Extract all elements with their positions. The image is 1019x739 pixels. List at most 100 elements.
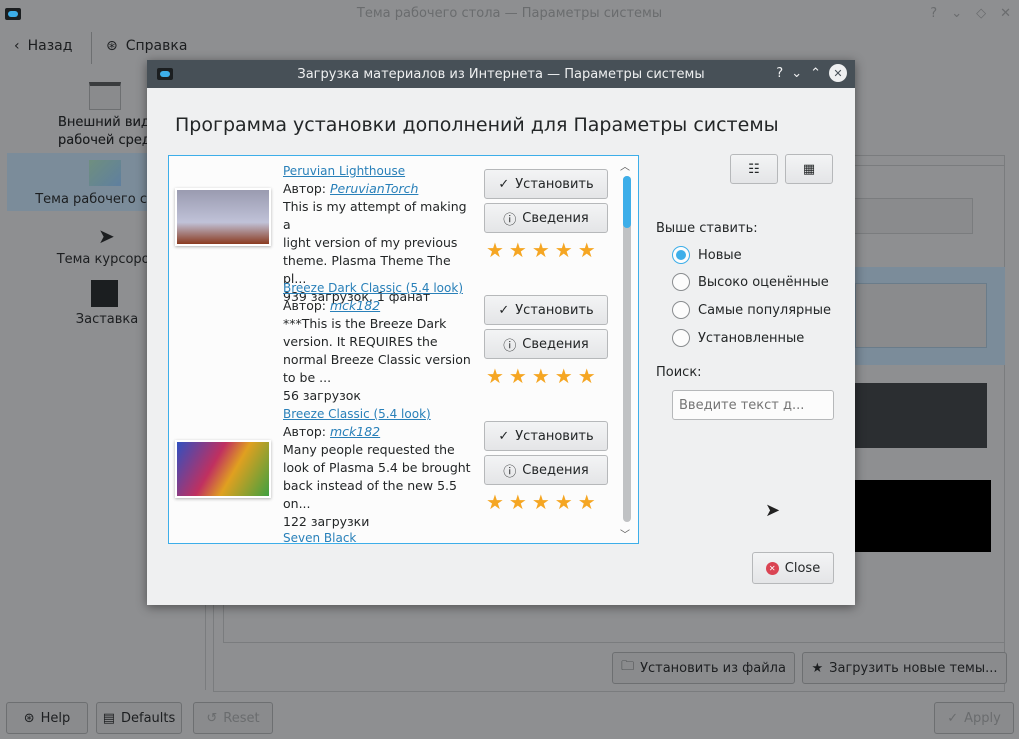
- minimize-icon[interactable]: ⌄: [791, 66, 802, 81]
- help-icon[interactable]: ?: [930, 6, 937, 21]
- item-title-link[interactable]: Breeze Classic (5.4 look): [283, 407, 473, 421]
- author-link[interactable]: PeruvianTorch: [330, 181, 418, 196]
- author-label: Автор:: [283, 298, 326, 313]
- item-stats: 56 загрузок: [283, 388, 361, 403]
- grid-view-icon: ▦: [802, 161, 816, 177]
- list-item: Breeze Dark Classic (5.4 look) Автор: mc…: [283, 281, 473, 405]
- install-button[interactable]: ✓ Установить: [484, 421, 608, 451]
- sort-option-installed[interactable]: Установленные: [672, 329, 804, 347]
- item-thumbnail[interactable]: [175, 188, 271, 246]
- help-menu-button[interactable]: ⊛ Справка: [106, 38, 187, 54]
- item-title-link[interactable]: Seven Black: [283, 531, 473, 543]
- icon-view-button[interactable]: ▦: [785, 154, 833, 184]
- line: light version of my previous: [283, 235, 458, 250]
- author-link[interactable]: mck182: [330, 424, 380, 439]
- close-icon: ✕: [765, 561, 779, 575]
- radio[interactable]: [672, 273, 690, 291]
- help-icon[interactable]: ?: [776, 66, 783, 81]
- dialog-titlebar: Загрузка материалов из Интернета — Парам…: [147, 60, 855, 88]
- theme-preview[interactable]: [850, 198, 973, 234]
- defaults-button[interactable]: ▤ Defaults: [96, 702, 182, 734]
- get-new-themes-button[interactable]: ★ Загрузить новые темы...: [802, 652, 1007, 684]
- item-thumbnail[interactable]: [175, 440, 271, 498]
- item-description: This is my attempt of making a light vers…: [283, 198, 473, 288]
- get-new-stuff-dialog: Загрузка материалов из Интернета — Парам…: [147, 60, 855, 605]
- splash-icon: [91, 280, 118, 307]
- radio[interactable]: [672, 301, 690, 319]
- apply-button[interactable]: ✓ Apply: [934, 702, 1014, 734]
- back-button[interactable]: ‹ Назад: [14, 38, 72, 54]
- author-label: Автор:: [283, 424, 326, 439]
- chevron-left-icon: ‹: [14, 38, 20, 54]
- radio[interactable]: [672, 329, 690, 347]
- rating-stars: ★★★★★: [486, 364, 601, 388]
- star-icon: ★: [811, 660, 824, 676]
- line: look of Plasma 5.4 be brought: [283, 460, 471, 475]
- dialog-heading: Программа установки дополнений для Парам…: [175, 114, 779, 136]
- item-author: Автор: mck182: [283, 423, 473, 441]
- close-icon[interactable]: ✕: [1000, 6, 1011, 21]
- sort-option-popular[interactable]: Самые популярные: [672, 301, 831, 319]
- line: This is my attempt of making a: [283, 199, 467, 232]
- search-input[interactable]: [672, 390, 834, 420]
- line: Many people requested the: [283, 442, 455, 457]
- details-button[interactable]: ⓘ Сведения: [484, 329, 608, 359]
- author-link[interactable]: mck182: [330, 298, 380, 313]
- list-item: Breeze Classic (5.4 look) Автор: mck182 …: [283, 407, 473, 543]
- line: on...: [283, 496, 311, 511]
- maximize-icon[interactable]: ◇: [976, 6, 986, 21]
- defaults-icon: ▤: [102, 710, 115, 726]
- info-icon: ⓘ: [503, 338, 517, 354]
- close-button[interactable]: ✕ Close: [752, 552, 834, 584]
- folder-icon: 🗀: [621, 659, 635, 674]
- cursor-icon: ➤: [98, 224, 115, 248]
- theme-preview[interactable]: [855, 383, 987, 448]
- details-button[interactable]: ⓘ Сведения: [484, 455, 608, 485]
- sort-option-rating[interactable]: Высоко оценённые: [672, 273, 829, 291]
- appearance-icon: [89, 82, 121, 110]
- reset-icon: ↺: [206, 710, 218, 726]
- reset-button[interactable]: ↺ Reset: [193, 702, 273, 734]
- line: to be ...: [283, 370, 332, 385]
- author-label: Автор:: [283, 181, 326, 196]
- divider: [91, 32, 92, 64]
- details-button[interactable]: ⓘ Сведения: [484, 203, 608, 233]
- theme-preview: [855, 283, 987, 348]
- window-title: Тема рабочего стола — Параметры системы: [356, 6, 663, 21]
- details-view-icon: ☷: [748, 161, 760, 177]
- maximize-icon[interactable]: ⌃: [810, 66, 821, 81]
- sort-label: Выше ставить:: [656, 221, 758, 236]
- install-button[interactable]: ✓ Установить: [484, 295, 608, 325]
- item-stats: 122 загрузки: [283, 514, 370, 529]
- mouse-cursor-icon: ➤: [765, 500, 781, 521]
- check-icon: ✓: [947, 710, 959, 726]
- radio[interactable]: [672, 246, 690, 264]
- line: version. It REQUIRES the: [283, 334, 438, 349]
- minimize-icon[interactable]: ⌄: [951, 6, 962, 21]
- lifebuoy-icon: ⊛: [23, 710, 35, 726]
- line: ***This is the Breeze Dark: [283, 316, 447, 331]
- info-icon: ⓘ: [503, 212, 517, 228]
- check-icon: ✓: [498, 302, 510, 318]
- item-title-link[interactable]: Breeze Dark Classic (5.4 look): [283, 281, 473, 295]
- scrollbar-thumb[interactable]: [623, 176, 631, 228]
- theme-preview[interactable]: [855, 480, 991, 552]
- sort-option-newest[interactable]: Новые: [672, 246, 742, 264]
- install-from-file-button[interactable]: 🗀 Установить из файла: [612, 652, 795, 684]
- list-view-button[interactable]: ☷: [730, 154, 778, 184]
- scroll-up-icon[interactable]: ︿: [620, 158, 630, 173]
- scroll-down-icon[interactable]: ﹀: [620, 526, 630, 541]
- item-description: ***This is the Breeze Dark version. It RE…: [283, 315, 473, 387]
- window-controls: ? ⌄ ◇ ✕: [930, 6, 1011, 21]
- install-button[interactable]: ✓ Установить: [484, 169, 608, 199]
- search-label: Поиск:: [656, 365, 702, 380]
- desktop-theme-icon: [89, 160, 121, 186]
- help-button[interactable]: ⊛ Help: [6, 702, 88, 734]
- close-icon[interactable]: ✕: [829, 64, 847, 82]
- item-description: Many people requested the look of Plasma …: [283, 441, 473, 513]
- app-icon: [5, 8, 21, 20]
- item-author: Автор: PeruvianTorch: [283, 180, 473, 198]
- item-title-link[interactable]: Peruvian Lighthouse: [283, 164, 473, 178]
- lifebuoy-icon: ⊛: [106, 38, 118, 54]
- check-icon: ✓: [498, 176, 510, 192]
